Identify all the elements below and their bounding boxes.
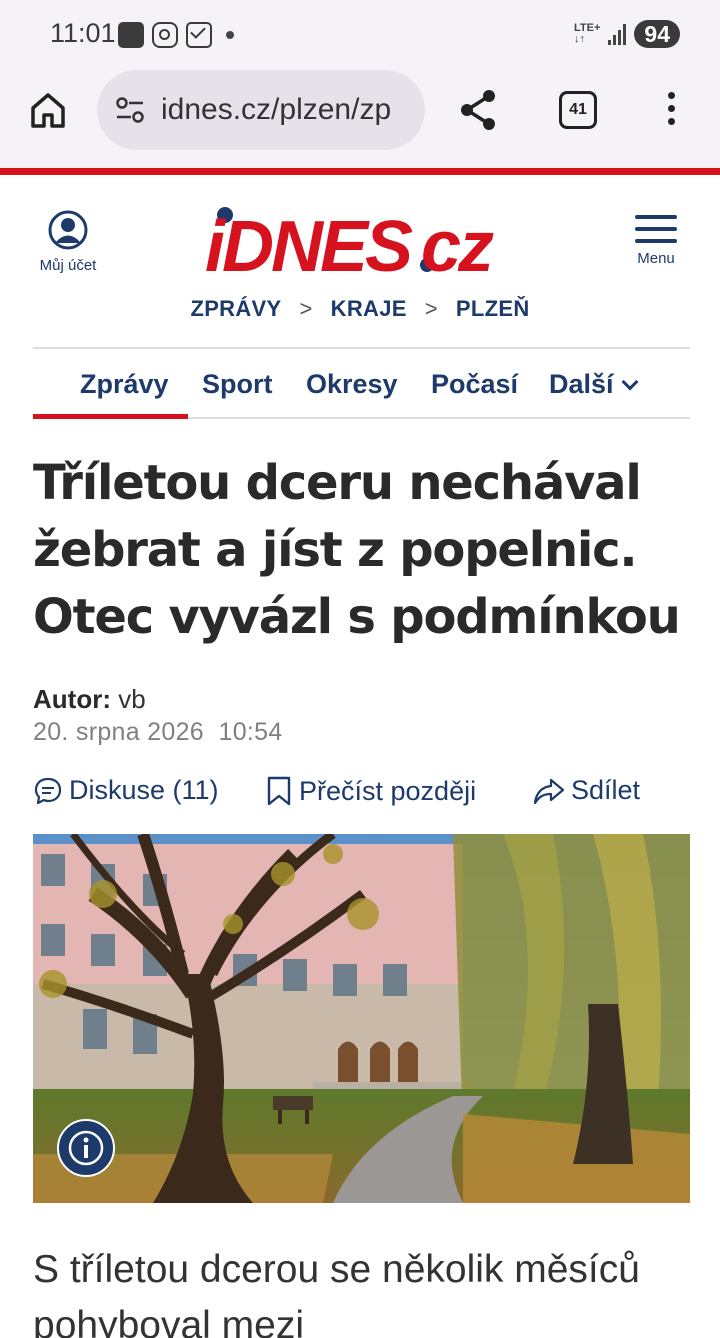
nav-item-sport[interactable]: Sport bbox=[202, 369, 273, 400]
discussion-label: Diskuse (11) bbox=[69, 775, 219, 805]
data-arrows-icon: ↓↑ bbox=[574, 33, 586, 45]
share-label: Sdílet bbox=[571, 775, 641, 805]
breadcrumb-item-zpravy[interactable]: ZPRÁVY bbox=[190, 296, 281, 321]
status-time: 11:01 bbox=[50, 18, 116, 48]
account-label: Můj účet bbox=[39, 257, 97, 274]
share-article-button[interactable]: Sdílet bbox=[533, 775, 640, 806]
discussion-button[interactable]: Diskuse (11) bbox=[33, 775, 219, 806]
nav-item-dalsi-label: Další bbox=[549, 369, 614, 399]
read-later-button[interactable]: Přečíst později bbox=[265, 775, 476, 807]
battery-indicator: 94 bbox=[634, 20, 680, 48]
article-headline: Tříletou dceru nechával žebrat a jíst z … bbox=[33, 455, 681, 645]
section-nav: Zprávy Sport Okresy Počasí Další bbox=[33, 349, 690, 419]
tune-icon[interactable] bbox=[115, 96, 145, 124]
nav-item-pocasi[interactable]: Počasí bbox=[431, 369, 518, 400]
menu-label: Menu bbox=[637, 250, 675, 267]
breadcrumb-item-kraje[interactable]: KRAJE bbox=[331, 296, 407, 321]
battery-level: 94 bbox=[644, 21, 670, 47]
more-vert-icon[interactable] bbox=[668, 92, 680, 132]
home-button[interactable] bbox=[28, 90, 68, 130]
comment-icon bbox=[34, 777, 62, 804]
home-icon bbox=[31, 93, 65, 128]
nav-item-okresy[interactable]: Okresy bbox=[306, 369, 398, 400]
article-date: 20. srpna 2026 10:54 bbox=[33, 718, 283, 747]
instagram-icon bbox=[152, 22, 178, 48]
nav-item-dalsi[interactable]: Další bbox=[549, 369, 639, 400]
breadcrumb: ZPRÁVY > KRAJE > PLZEŇ bbox=[0, 296, 720, 322]
article-author: Autor: vb bbox=[33, 684, 146, 715]
network-type: LTE+ ↓↑ bbox=[574, 23, 600, 45]
mail-icon bbox=[186, 22, 212, 48]
site-top-accent-line bbox=[0, 168, 720, 175]
photo-info-button[interactable] bbox=[57, 1119, 115, 1177]
user-icon bbox=[48, 210, 88, 250]
read-later-label: Přečíst později bbox=[299, 775, 477, 806]
site-logo[interactable]: iDNES cz bbox=[205, 198, 520, 287]
article-actions: Diskuse (11) Přečíst později Sdílet bbox=[33, 775, 693, 811]
share-icon bbox=[461, 90, 495, 130]
article-lead: S tříletou dcerou se několik měsíců pohy… bbox=[33, 1248, 640, 1338]
share-arrow-icon bbox=[533, 778, 565, 804]
browser-toolbar: idnes.cz/plzen/zp 41 bbox=[0, 70, 720, 168]
notification-app-icon bbox=[118, 22, 144, 48]
tab-switcher-button[interactable]: 41 bbox=[559, 91, 597, 129]
menu-button[interactable]: Menu bbox=[633, 215, 679, 267]
breadcrumb-separator: > bbox=[424, 296, 438, 321]
address-bar[interactable]: idnes.cz/plzen/zp bbox=[97, 70, 425, 150]
publish-date: 20. srpna 2026 bbox=[33, 718, 204, 746]
bookmark-icon bbox=[267, 776, 291, 806]
author-name[interactable]: vb bbox=[118, 684, 145, 714]
nav-active-indicator bbox=[33, 414, 188, 419]
status-bar: 11:01 LTE+ ↓↑ 94 bbox=[0, 0, 720, 70]
hamburger-icon bbox=[633, 215, 679, 243]
status-indicators: LTE+ ↓↑ 94 bbox=[574, 20, 680, 48]
breadcrumb-item-plzen[interactable]: PLZEŇ bbox=[456, 296, 530, 321]
notification-icons bbox=[118, 22, 234, 48]
nav-item-zpravy[interactable]: Zprávy bbox=[80, 369, 169, 400]
logo-tld-text: cz bbox=[421, 207, 494, 284]
more-notifications-dot bbox=[226, 31, 234, 39]
share-button[interactable] bbox=[458, 88, 498, 132]
publish-time: 10:54 bbox=[218, 718, 283, 746]
chevron-down-icon bbox=[621, 373, 639, 391]
account-button[interactable]: Můj účet bbox=[33, 210, 103, 274]
author-label: Autor: bbox=[33, 684, 111, 714]
signal-icon bbox=[608, 23, 627, 45]
article-photo[interactable] bbox=[33, 834, 690, 1203]
info-icon bbox=[68, 1130, 104, 1166]
breadcrumb-separator: > bbox=[299, 296, 313, 321]
url-text[interactable]: idnes.cz/plzen/zp bbox=[161, 93, 411, 127]
logo-main-text: iDNES bbox=[205, 207, 413, 284]
